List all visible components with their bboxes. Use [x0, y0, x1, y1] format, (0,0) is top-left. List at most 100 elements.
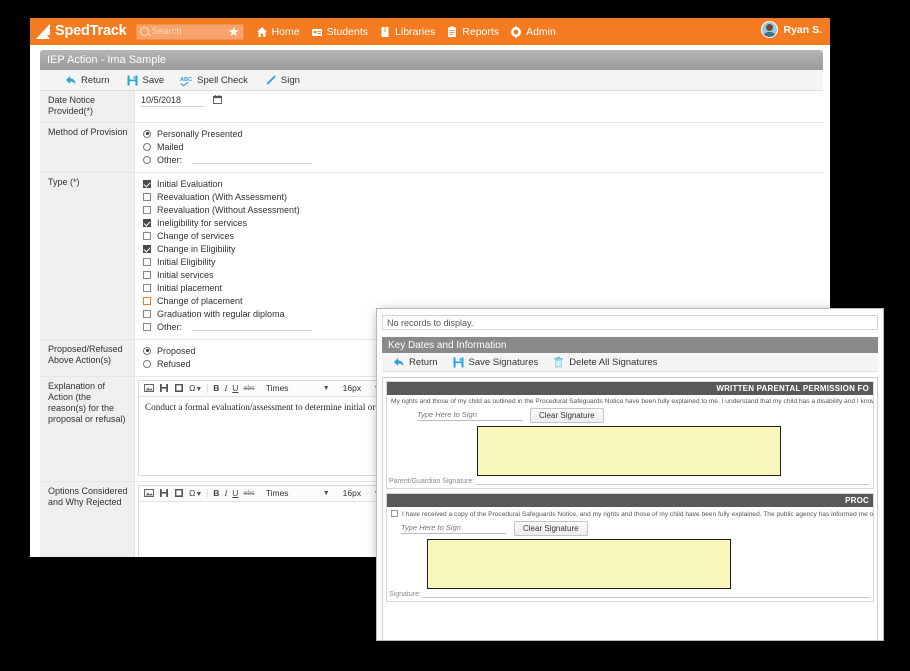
key-dates-signature-dialog: No records to display. Key Dates and Inf…	[376, 308, 884, 641]
dialog-toolbar: Return Save Signatures Delete All Signat…	[382, 353, 878, 372]
nav-label-reports: Reports	[462, 25, 500, 38]
strikethrough-button[interactable]: abc	[243, 490, 254, 497]
strikethrough-button[interactable]: abc	[243, 385, 254, 392]
signature-pad[interactable]	[427, 539, 731, 589]
nav-item-libraries[interactable]: Libraries	[379, 26, 435, 38]
paste-icon[interactable]	[174, 488, 184, 498]
save-icon[interactable]	[159, 488, 169, 498]
checkbox-label: Initial Evaluation	[157, 178, 223, 189]
save-button[interactable]: Save	[126, 74, 164, 87]
page-title-bar: IEP Action - Ima Sample	[40, 50, 823, 70]
checkbox-label: Initial services	[157, 269, 214, 280]
save-icon[interactable]	[159, 383, 169, 393]
search-placeholder: Search	[151, 26, 182, 37]
checkbox-label: Reevaluation (Without Assessment)	[157, 204, 300, 215]
italic-button[interactable]: I	[224, 383, 227, 393]
checkbox-option-change-of-services[interactable]: Change of services	[143, 231, 817, 241]
checkbox-option-initial-eligibility[interactable]: Initial Eligibility	[143, 257, 817, 267]
image-icon[interactable]	[144, 383, 154, 393]
checkbox-option-change-of-placement[interactable]: Change of placement	[143, 296, 817, 306]
nav-label-admin: Admin	[526, 25, 556, 38]
sign-row: Type Here to Sign Clear Signature	[387, 406, 873, 425]
underline-button[interactable]: U	[232, 488, 238, 498]
students-icon	[311, 28, 322, 36]
search-input[interactable]: Search ★	[135, 23, 244, 40]
signature-pad[interactable]	[477, 426, 781, 476]
section-heading: PROC	[387, 494, 873, 507]
checkbox-option-initial-services[interactable]: Initial services	[143, 270, 817, 280]
nav-item-admin[interactable]: Admin	[510, 25, 556, 38]
spell-check-button[interactable]: ABC Spell Check	[180, 74, 248, 87]
nav-item-reports[interactable]: Reports	[446, 26, 499, 38]
type-here-to-sign-input[interactable]: Type Here to Sign	[401, 523, 506, 534]
type-other-text-input[interactable]	[192, 323, 313, 331]
checkbox-option-initial-placement[interactable]: Initial placement	[143, 283, 817, 293]
radio-icon	[143, 359, 151, 368]
checkbox-option-reevaluation-without-assessment[interactable]: Reevaluation (Without Assessment)	[143, 205, 817, 215]
checkbox-icon	[143, 179, 151, 188]
nav-items: Home Students Libraries Reports Admin	[256, 25, 556, 38]
font-family-select[interactable]: Times	[266, 383, 318, 393]
label-explanation: Explanation of Action (the reason(s) for…	[40, 376, 135, 481]
checkbox-icon	[143, 192, 151, 201]
radio-option-personally-presented[interactable]: Personally Presented	[143, 129, 817, 139]
top-navigation-bar: SpedTrack Search ★ Home Students Librari…	[30, 18, 830, 45]
font-size-select[interactable]: 16px	[343, 488, 369, 498]
checkbox-icon	[143, 322, 151, 331]
form-row-date-notice: Date Notice Provided(*) 10/5/2018	[40, 91, 823, 123]
sign-button[interactable]: Sign	[264, 74, 300, 87]
other-text-input[interactable]	[192, 156, 313, 164]
image-icon[interactable]	[144, 488, 154, 498]
dialog-title-bar: Key Dates and Information	[382, 337, 878, 353]
checkbox-option-change-in-eligibility[interactable]: Change in Eligibility	[143, 244, 817, 254]
checkbox-option-initial-evaluation[interactable]: Initial Evaluation	[143, 179, 817, 189]
form-toolbar: Return Save ABC Spell Check Sign	[40, 70, 823, 91]
date-notice-input[interactable]: 10/5/2018	[141, 95, 205, 107]
nav-item-home[interactable]: Home	[256, 26, 300, 38]
omega-symbol-icon[interactable]: Ω▼	[189, 488, 202, 498]
signature-rule	[422, 591, 869, 598]
omega-symbol-icon[interactable]: Ω▼	[189, 383, 202, 393]
bold-button[interactable]: B	[213, 383, 219, 393]
calendar-icon[interactable]	[212, 95, 222, 104]
return-button[interactable]: Return	[64, 74, 110, 87]
type-here-to-sign-input[interactable]: Type Here to Sign	[417, 410, 522, 421]
dialog-title: Key Dates and Information	[388, 339, 507, 351]
underline-button[interactable]: U	[232, 383, 238, 393]
nav-label-students: Students	[326, 25, 369, 38]
label-date-notice: Date Notice Provided(*)	[40, 91, 135, 122]
avatar	[761, 21, 779, 38]
delete-all-signatures-button[interactable]: Delete All Signatures	[552, 356, 657, 369]
delete-all-signatures-label: Delete All Signatures	[569, 356, 658, 368]
checkbox-label: Reevaluation (With Assessment)	[157, 191, 288, 202]
user-menu[interactable]: Ryan S.	[761, 21, 822, 38]
bold-button[interactable]: B	[213, 488, 219, 498]
font-size-select[interactable]: 16px	[343, 383, 369, 393]
paste-icon[interactable]	[174, 383, 184, 393]
spell-check-label: Spell Check	[197, 74, 248, 86]
italic-button[interactable]: I	[224, 488, 227, 498]
checkbox-option-reevaluation-with-assessment[interactable]: Reevaluation (With Assessment)	[143, 192, 817, 202]
checkbox-label: Initial Eligibility	[157, 256, 216, 267]
save-signatures-button[interactable]: Save Signatures	[452, 356, 539, 369]
signature-caption: Parent/Guardian Signature:	[389, 478, 475, 485]
radio-option-other[interactable]: Other:	[143, 155, 817, 165]
radio-option-mailed[interactable]: Mailed	[143, 142, 817, 152]
clear-signature-button[interactable]: Clear Signature	[514, 521, 588, 536]
brand-logo[interactable]: SpedTrack	[34, 23, 127, 40]
dialog-return-button[interactable]: Return	[392, 356, 438, 369]
clear-signature-button[interactable]: Clear Signature	[530, 408, 604, 423]
radio-icon	[143, 129, 151, 138]
star-icon[interactable]: ★	[228, 24, 240, 40]
chevron-down-icon[interactable]: ▼	[323, 490, 330, 497]
signature-caption-row: Parent/Guardian Signature:	[387, 476, 873, 488]
chevron-down-icon[interactable]: ▼	[323, 385, 330, 392]
checkbox-label: Other:	[157, 321, 183, 332]
signature-caption-row: Signature:	[387, 589, 873, 601]
save-signatures-label: Save Signatures	[468, 356, 539, 368]
acknowledge-checkbox[interactable]	[391, 510, 398, 517]
checkbox-icon	[143, 244, 151, 253]
checkbox-option-ineligibility-for-services[interactable]: Ineligibility for services	[143, 218, 817, 228]
nav-item-students[interactable]: Students	[311, 26, 368, 38]
font-family-select[interactable]: Times	[266, 488, 318, 498]
